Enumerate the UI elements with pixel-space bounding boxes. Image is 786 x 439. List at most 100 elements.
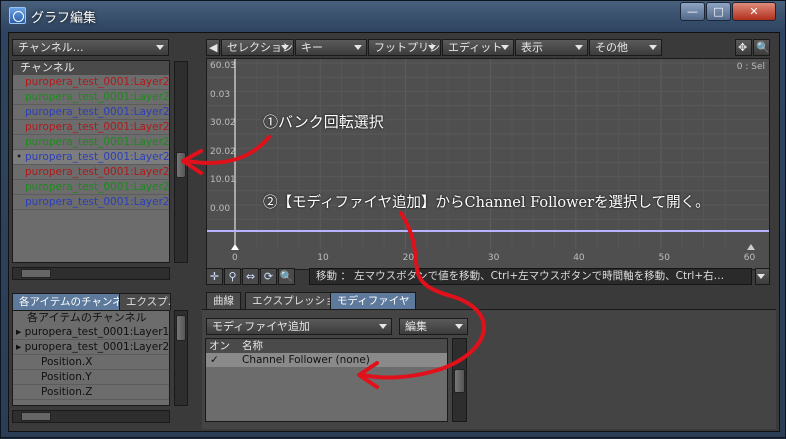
y-tick-label: 30.02 bbox=[210, 118, 236, 128]
y-tick-label: 10.01 bbox=[210, 175, 236, 185]
window-title: グラフ編集 bbox=[31, 11, 97, 26]
modifier-name: Channel Follower (none) bbox=[242, 354, 370, 366]
end-frame-marker[interactable] bbox=[747, 244, 755, 250]
chevron-down-icon bbox=[354, 45, 362, 50]
channel-item[interactable]: puropera_test_0001:Layer2.Sca bbox=[13, 195, 169, 210]
hscroll-thumb[interactable] bbox=[21, 269, 51, 278]
channel-item[interactable]: puropera_test_0001:Layer2.Sca bbox=[13, 165, 169, 180]
title-bar[interactable]: グラフ編集 — □ ✕ bbox=[1, 1, 786, 31]
x-tick-label: 40 bbox=[573, 253, 585, 263]
y-tick-label: 20.02 bbox=[210, 146, 236, 157]
rotate-icon[interactable]: ⟳ bbox=[260, 268, 277, 285]
menu-key-label: キー bbox=[301, 41, 323, 54]
chevron-down-icon bbox=[455, 324, 463, 329]
item-channel-entry[interactable]: Position.Z bbox=[13, 385, 169, 400]
selection-counter: 0 : Sel bbox=[736, 62, 765, 72]
chevron-down-icon bbox=[281, 45, 289, 50]
minimize-button[interactable]: — bbox=[680, 2, 705, 21]
x-tick-label: 10 bbox=[317, 253, 329, 263]
channel-dropdown[interactable]: チャンネル… bbox=[12, 39, 169, 56]
chevron-down-icon bbox=[379, 324, 387, 329]
status-bar: 移動 ： 左マウスボタンで値を移動、Ctrl+左マウスボタンで時間軸を移動、Ct… bbox=[309, 268, 752, 285]
channel-list-header: チャンネル bbox=[13, 61, 169, 75]
modifier-row[interactable]: ✓ Channel Follower (none) bbox=[206, 353, 447, 367]
chevron-down-icon bbox=[501, 45, 509, 50]
chevron-down-icon bbox=[156, 45, 164, 50]
item-hscrollbar[interactable] bbox=[12, 410, 170, 423]
chevron-down-icon bbox=[428, 45, 436, 50]
modifier-enabled-checkbox[interactable]: ✓ bbox=[210, 353, 219, 367]
menu-selection[interactable]: セレクション bbox=[221, 39, 294, 56]
channel-item[interactable]: puropera_test_0001:Layer2.Rot bbox=[13, 120, 169, 135]
x-tick-label: 60 bbox=[743, 253, 756, 263]
x-tick-label: 30 bbox=[487, 253, 500, 263]
channel-item[interactable]: puropera_test_0001:Layer2.Rot bbox=[13, 135, 169, 150]
chevron-down-icon bbox=[575, 45, 583, 50]
menu-other-label: その他 bbox=[595, 41, 628, 54]
graph-canvas[interactable]: 60.03 0.03 30.02 20.02 10.01 0.00 0 10 20 30 40 50… bbox=[206, 58, 770, 270]
collapse-button[interactable]: ◀ bbox=[206, 39, 220, 56]
graph-grid bbox=[207, 59, 769, 250]
channel-dropdown-label: チャンネル… bbox=[18, 41, 84, 54]
item-hscroll-thumb[interactable] bbox=[21, 412, 51, 421]
tab-curves[interactable]: 曲線 bbox=[206, 292, 241, 309]
graph-editor-window: グラフ編集 — □ ✕ チャンネル… チャンネル puropera_test_0… bbox=[0, 0, 786, 438]
zoom-view-icon[interactable]: 🔍 bbox=[753, 39, 770, 56]
edit-dropdown[interactable]: 編集 bbox=[399, 318, 468, 335]
menu-footprint[interactable]: フットプリント bbox=[368, 39, 441, 56]
annotation-2: ②【モディファイヤ追加】からChannel Followerを選択して開く。 bbox=[263, 195, 710, 211]
move-view-icon[interactable]: ✥ bbox=[735, 39, 752, 56]
menu-other[interactable]: その他 bbox=[589, 39, 662, 56]
modifier-list-header: オン 名称 bbox=[206, 339, 447, 353]
stretch-icon[interactable]: ⇔ bbox=[242, 268, 259, 285]
item-tree-node[interactable]: ▸ puropera_test_0001:Layer2 bbox=[13, 340, 169, 355]
menu-key[interactable]: キー bbox=[295, 39, 367, 56]
y-tick-label: 0.03 bbox=[210, 89, 231, 100]
channel-item[interactable]: puropera_test_0001:Layer2.Sca bbox=[13, 180, 169, 195]
status-dropdown[interactable] bbox=[755, 268, 770, 285]
tab-expressions-left[interactable]: エクスプ… bbox=[119, 293, 171, 310]
item-rows: ▸ puropera_test_0001:Layer1 ▸ puropera_te… bbox=[13, 325, 169, 400]
app-icon bbox=[9, 7, 26, 24]
menu-view-label: 表示 bbox=[521, 41, 543, 54]
edit-dropdown-label: 編集 bbox=[405, 320, 427, 333]
item-scroll-thumb[interactable] bbox=[176, 315, 186, 341]
close-button[interactable]: ✕ bbox=[732, 2, 776, 21]
current-frame-marker[interactable] bbox=[231, 244, 239, 250]
modifier-list-scrollbar[interactable] bbox=[452, 338, 467, 422]
x-tick-label: 0 bbox=[232, 253, 238, 263]
col-on-header: オン bbox=[209, 340, 230, 352]
chevron-down-icon bbox=[757, 274, 765, 279]
channel-list-scrollbar[interactable] bbox=[174, 61, 188, 263]
maximize-button[interactable]: □ bbox=[706, 2, 731, 21]
menu-view[interactable]: 表示 bbox=[515, 39, 588, 56]
add-modifier-label: モディファイヤ追加 bbox=[212, 320, 310, 333]
client-area: チャンネル… チャンネル puropera_test_0001:Layer2.P… bbox=[8, 32, 780, 432]
add-key-icon[interactable]: ✛ bbox=[206, 268, 223, 285]
annotation-1: ①バンク回転選択 bbox=[263, 113, 384, 131]
y-tick-label: 60.03 bbox=[210, 61, 236, 71]
channel-item[interactable]: puropera_test_0001:Layer2.Pos bbox=[13, 75, 169, 90]
channel-item[interactable]: puropera_test_0001:Layer2.Rot bbox=[13, 150, 169, 165]
tab-modifiers[interactable]: モディファイヤ bbox=[330, 292, 417, 309]
item-channel-entry[interactable]: Position.Y bbox=[13, 370, 169, 385]
scroll-thumb[interactable] bbox=[176, 152, 186, 178]
chevron-down-icon bbox=[649, 45, 657, 50]
menu-edit[interactable]: エディット bbox=[442, 39, 514, 56]
item-channel-entry[interactable]: Position.X bbox=[13, 355, 169, 370]
item-channel-list[interactable]: 各アイテムのチャンネル ▸ puropera_test_0001:Layer1 ▸… bbox=[12, 310, 170, 406]
zoom-icon[interactable]: 🔍 bbox=[278, 268, 295, 285]
item-list-header: 各アイテムのチャンネル bbox=[13, 311, 169, 325]
modifier-list[interactable]: オン 名称 ✓ Channel Follower (none) bbox=[205, 338, 448, 422]
x-tick-label: 50 bbox=[658, 253, 670, 263]
channel-hscrollbar[interactable] bbox=[12, 267, 170, 280]
channel-item[interactable]: puropera_test_0001:Layer2.Pos bbox=[13, 105, 169, 120]
channel-item[interactable]: puropera_test_0001:Layer2.Pos bbox=[13, 90, 169, 105]
pin-key-icon[interactable]: ⚲ bbox=[224, 268, 241, 285]
item-list-scrollbar[interactable] bbox=[174, 310, 188, 406]
item-tree-node[interactable]: ▸ puropera_test_0001:Layer1 bbox=[13, 325, 169, 340]
modifier-scroll-thumb[interactable] bbox=[454, 369, 465, 393]
menu-edit-label: エディット bbox=[448, 41, 503, 54]
channel-list[interactable]: チャンネル puropera_test_0001:Layer2.Pospurop… bbox=[12, 60, 170, 263]
add-modifier-dropdown[interactable]: モディファイヤ追加 bbox=[206, 318, 392, 335]
